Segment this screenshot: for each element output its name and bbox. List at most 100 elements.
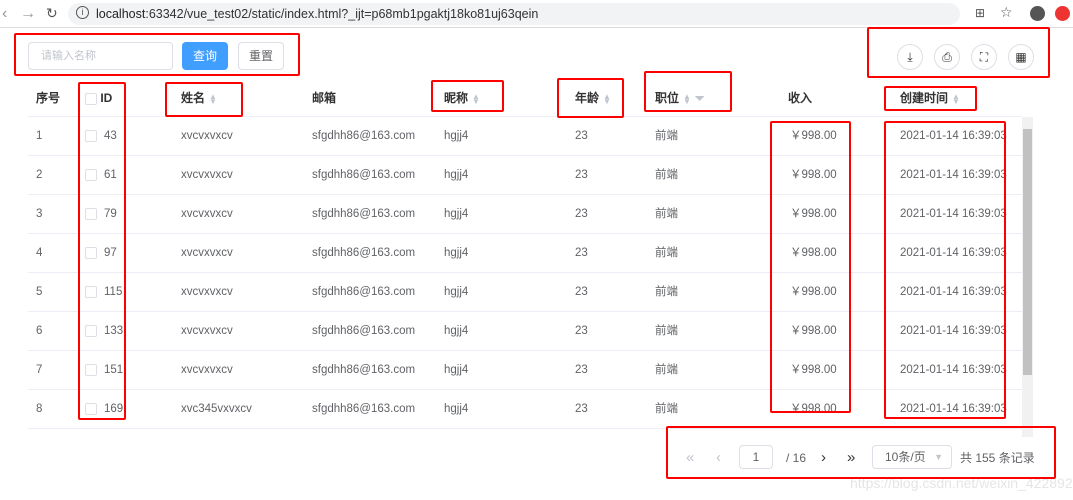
last-page-icon[interactable]: » [847,445,855,471]
sort-icon[interactable]: ▲ ▼ [952,92,960,105]
id-label: ID [100,91,113,105]
select-all-checkbox[interactable] [85,92,97,105]
column-header-income: 收入 [788,91,813,105]
cell-nick: hgjj4 [444,364,469,376]
first-page-icon[interactable]: « [686,445,694,471]
table-row[interactable]: 2 61 xvcvxvxcv sfgdhh86@163.com hgjj4 23 前端 ￥99… [28,156,1022,195]
cell-job: 前端 [655,208,678,220]
cell-time: 2021-01-14 16:39:03 [900,208,1007,220]
columns-icon[interactable]: ▦ [1008,44,1034,70]
sort-icon[interactable]: ▲ ▼ [472,92,480,105]
cell-email: sfgdhh86@163.com [312,130,416,142]
id-value: 133 [104,325,124,337]
column-header-name[interactable]: 姓名 ▲ ▼ [181,80,217,117]
id-value: 151 [104,364,124,376]
cell-id: 151 [85,351,123,389]
extension-icon[interactable] [1055,6,1070,21]
row-checkbox[interactable] [85,363,97,376]
total-records: 共 155 条记录 [960,451,1035,465]
column-header-nick[interactable]: 昵称 ▲ ▼ [444,80,480,117]
watermark: https://blog.csdn.net/weixin_42289273 [850,475,1073,491]
forward-icon[interactable]: → [20,5,36,23]
row-checkbox[interactable] [85,246,97,259]
translate-icon[interactable]: ⊞ [975,6,985,20]
back-icon[interactable]: ‹ [2,5,7,23]
table-row[interactable]: 6 133 xvcvxvxcv sfgdhh86@163.com hgjj4 23 前端 ￥9… [28,312,1022,351]
address-bar[interactable]: localhost:63342/vue_test02/static/index.… [68,3,960,25]
cell-id: 79 [85,195,117,233]
column-header-seq: 序号 [36,91,61,105]
cell-nick: hgjj4 [444,169,469,181]
search-input[interactable]: 请输入名称 [28,42,173,70]
column-header-id: ID [85,80,112,117]
table-row[interactable]: 7 151 xvcvxvxcv sfgdhh86@163.com hgjj4 23 前端 ￥9… [28,351,1022,390]
cell-name: xvcvxvxcv [181,325,233,337]
download-icon[interactable]: ⤓ [897,44,923,70]
row-checkbox[interactable] [85,129,97,142]
scrollbar-thumb[interactable] [1023,129,1032,375]
filter-icon[interactable]: ⏷ [695,91,705,105]
cell-age: 23 [575,286,588,298]
cell-name: xvc345vxvxcv [181,403,252,415]
prev-page-icon[interactable]: ‹ [716,445,721,471]
cell-age: 23 [575,208,588,220]
cell-email: sfgdhh86@163.com [312,403,416,415]
cell-name: xvcvxvxcv [181,130,233,142]
page-input[interactable]: 1 [739,445,773,469]
table-row[interactable]: 1 43 xvcvxvxcv sfgdhh86@163.com hgjj4 23 前端 ￥99… [28,117,1022,156]
reset-button[interactable]: 重置 [238,42,284,70]
page-size-value: 10条/页 [885,450,926,464]
cell-time: 2021-01-14 16:39:03 [900,403,1007,415]
cell-seq: 1 [36,130,43,142]
cell-email: sfgdhh86@163.com [312,286,416,298]
table-row[interactable]: 5 115 xvcvxvxcv sfgdhh86@163.com hgjj4 23 前端 ￥9… [28,273,1022,312]
cell-time: 2021-01-14 16:39:03 [900,286,1007,298]
profile-icon[interactable] [1030,6,1045,21]
total-pages: / 16 [786,451,807,465]
row-checkbox[interactable] [85,207,97,220]
row-checkbox[interactable] [85,324,97,337]
cell-name: xvcvxvxcv [181,247,233,259]
row-checkbox[interactable] [85,168,97,181]
next-page-icon[interactable]: › [821,445,826,471]
cell-name: xvcvxvxcv [181,169,233,181]
column-header-job[interactable]: 职位 ▲ ▼ ⏷ [655,80,705,117]
column-header-age[interactable]: 年龄 ▲ ▼ [575,80,611,117]
print-icon[interactable]: ⎙ [934,44,960,70]
table-row[interactable]: 3 79 xvcvxvxcv sfgdhh86@163.com hgjj4 23 前端 ￥99… [28,195,1022,234]
table-row[interactable]: 4 97 xvcvxvxcv sfgdhh86@163.com hgjj4 23 前端 ￥99… [28,234,1022,273]
cell-income: ￥998.00 [790,364,837,376]
cell-job: 前端 [655,169,678,181]
sort-icon[interactable]: ▲ ▼ [209,92,217,105]
cell-income: ￥998.00 [790,286,837,298]
cell-name: xvcvxvxcv [181,208,233,220]
fullscreen-icon[interactable]: ⛶ [971,44,997,70]
cell-age: 23 [575,130,588,142]
cell-income: ￥998.00 [790,130,837,142]
id-value: 169 [104,403,124,415]
url-path: :63342/vue_test02/static/index.html?_ijt… [145,7,539,21]
cell-seq: 5 [36,286,43,298]
cell-job: 前端 [655,403,678,415]
row-checkbox[interactable] [85,285,97,298]
cell-time: 2021-01-14 16:39:03 [900,325,1007,337]
star-icon[interactable]: ☆ [1000,4,1013,21]
page-size-select[interactable]: 10条/页 ▼ [872,445,952,469]
info-icon[interactable]: i [76,6,89,19]
column-header-time[interactable]: 创建时间 ▲ ▼ [900,80,960,117]
cell-email: sfgdhh86@163.com [312,247,416,259]
table-row[interactable]: 8 169 xvc345vxvxcv sfgdhh86@163.com hgjj4 23 前… [28,390,1022,429]
row-checkbox[interactable] [85,402,97,415]
cell-age: 23 [575,364,588,376]
query-button[interactable]: 查询 [182,42,228,70]
sort-icon[interactable]: ▲ ▼ [683,92,691,105]
cell-job: 前端 [655,364,678,376]
cell-seq: 8 [36,403,43,415]
id-value: 43 [104,130,117,142]
cell-id: 169 [85,390,123,428]
age-label: 年龄 [575,91,600,105]
cell-name: xvcvxvxcv [181,364,233,376]
sort-icon[interactable]: ▲ ▼ [603,92,611,105]
reload-icon[interactable]: ↻ [46,5,58,22]
cell-time: 2021-01-14 16:39:03 [900,130,1007,142]
